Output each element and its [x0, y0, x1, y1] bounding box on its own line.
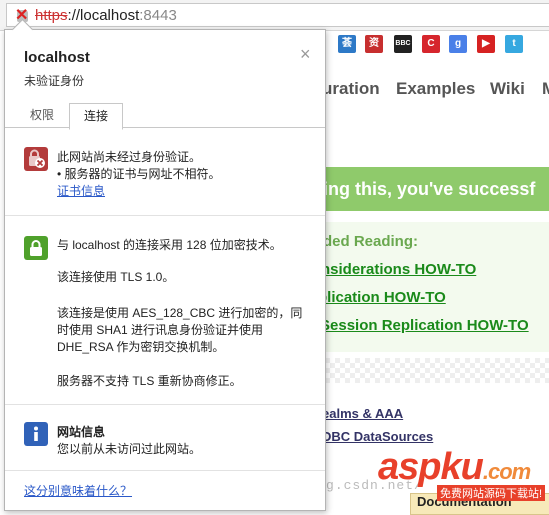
divider	[5, 404, 325, 405]
popup-title: localhost	[24, 49, 90, 66]
url-scheme: https	[35, 7, 68, 24]
logo-subtitle: 免费网站源码下载站!	[437, 485, 546, 501]
help-link[interactable]: 这分别意味着什么？	[24, 482, 132, 499]
url-field[interactable]: ✕ https://localhost:8443	[6, 3, 549, 27]
translate-bookmark-icon[interactable]: 荟	[338, 35, 356, 53]
tab-strip-line	[5, 127, 325, 128]
tab-permissions[interactable]: 权限	[19, 103, 65, 127]
recommended-reading-heading: ded Reading:	[323, 233, 419, 250]
divider	[5, 470, 325, 471]
popup-subtitle: 未验证身份	[24, 74, 85, 88]
jdbc-datasources-link[interactable]: DBC DataSources	[322, 429, 433, 444]
google-bookmark-icon[interactable]: g	[449, 35, 467, 53]
logo-com: .com	[482, 459, 531, 484]
nav-wiki[interactable]: Wiki	[490, 79, 525, 99]
url-host: ://localhost	[67, 7, 140, 24]
success-banner-text: ing this, you've successf	[323, 179, 536, 199]
close-icon[interactable]: ×	[300, 44, 311, 65]
connection-text-line6: 服务器不支持 TLS 重新协商修正。	[57, 374, 242, 388]
red-c-bookmark-icon[interactable]: C	[422, 35, 440, 53]
aspku-logo: aspku.com	[378, 446, 531, 489]
site-info-popup: localhost 未验证身份 × 权限 连接 此网站尚未经过身份验证。 • 服…	[4, 18, 326, 511]
identity-text-line2: • 服务器的证书与网址不相符。	[57, 167, 221, 181]
connection-text-line2: 该连接使用 TLS 1.0。	[57, 270, 175, 284]
site-info-body: 您以前从未访问过此网站。	[57, 442, 202, 456]
nav-configuration[interactable]: uration	[322, 79, 380, 99]
nav-more[interactable]: M	[542, 79, 549, 99]
nav-examples[interactable]: Examples	[396, 79, 475, 99]
url-port: :8443	[139, 7, 177, 24]
session-replication-link[interactable]: Session Replication HOW-TO	[320, 317, 529, 334]
address-bar: ✕ https://localhost:8443	[0, 0, 549, 31]
security-considerations-link[interactable]: nsiderations HOW-TO	[321, 261, 476, 278]
checker-divider	[300, 358, 549, 383]
bbc-bookmark-icon[interactable]: BBC	[394, 35, 412, 53]
connection-text-line1: 与 localhost 的连接采用 128 位加密技术。	[57, 238, 282, 252]
connection-text-line5: DHE_RSA 作为密钥交换机制。	[57, 340, 225, 354]
tab-connection[interactable]: 连接	[69, 103, 123, 130]
site-info-title: 网站信息	[57, 425, 106, 439]
twitter-bookmark-icon[interactable]: t	[505, 35, 523, 53]
logo-asp: asp	[378, 446, 441, 488]
certificate-info-link[interactable]: 证书信息	[57, 182, 105, 199]
identity-text-line1: 此网站尚未经过身份验证。	[57, 150, 202, 164]
secure-lock-icon	[24, 236, 48, 260]
logo-ku: ku	[440, 446, 483, 488]
realms-aaa-link[interactable]: ealms & AAA	[322, 406, 403, 421]
clustering-replication-link[interactable]: plication HOW-TO	[318, 289, 446, 306]
news-bookmark-icon[interactable]: 资	[365, 35, 383, 53]
youtube-bookmark-icon[interactable]: ▶	[477, 35, 495, 53]
connection-text-line3: 该连接是使用 AES_128_CBC 进行加密的，同	[57, 306, 303, 320]
identity-warning-icon	[24, 147, 48, 171]
info-icon	[24, 422, 48, 446]
connection-text-line4: 时使用 SHA1 进行讯息身份验证并使用	[57, 323, 264, 337]
url-text[interactable]: https://localhost:8443	[35, 7, 177, 24]
divider	[5, 215, 325, 216]
